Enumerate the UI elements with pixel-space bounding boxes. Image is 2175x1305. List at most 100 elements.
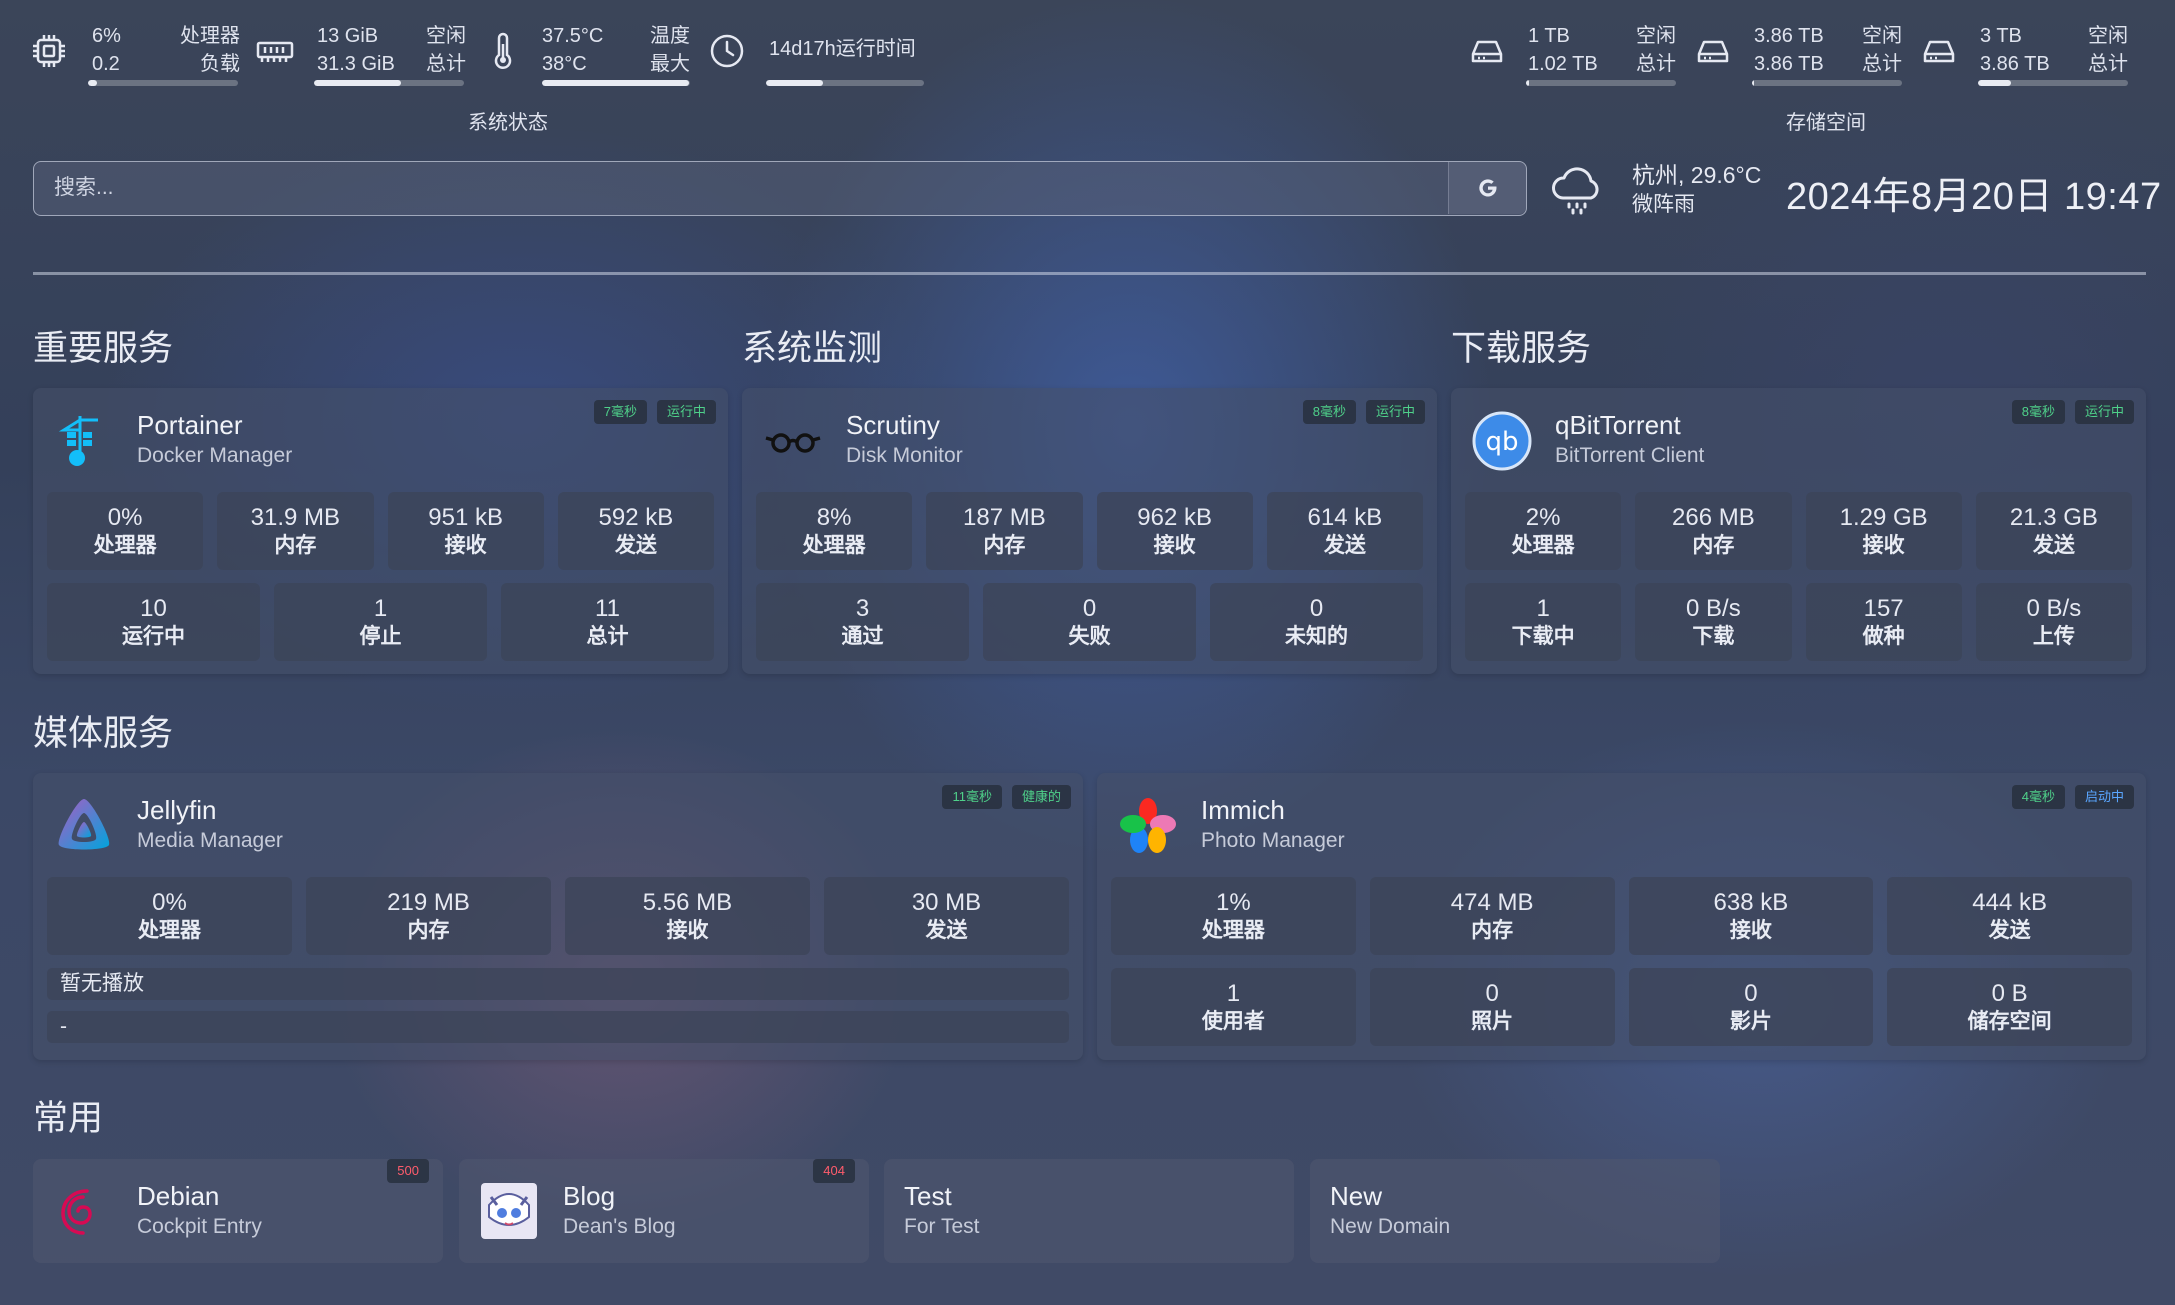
hard-drive-icon: [1697, 40, 1729, 63]
disk-widget-1: 1 TB 1.02 TB 空闲 总计: [1468, 20, 1676, 90]
bookmark-description: Dean's Blog: [563, 1215, 676, 1238]
service-name: Portainer: [137, 410, 243, 440]
weather-condition: 微阵雨: [1632, 193, 1695, 216]
uptime-text: 14d17h运行时间: [769, 38, 916, 60]
memory-total-label: 总计: [426, 53, 466, 75]
bookmark-name: New: [1330, 1181, 1383, 1211]
service-name: Immich: [1201, 795, 1285, 825]
google-icon: [1478, 179, 1496, 197]
stat-tile-cpu: 8% 处理器: [756, 492, 913, 570]
cpu-load-label: 负载: [200, 53, 240, 75]
disk-2-bar: [1752, 80, 1902, 86]
service-card-jellyfin[interactable]: Jellyfin Media Manager 11毫秒 健康的 0% 处理器 21…: [33, 773, 1083, 1060]
section-title-media: 媒体服务: [33, 714, 174, 753]
status-badge: 启动中: [2074, 785, 2134, 809]
bookmark-name: Blog: [563, 1181, 616, 1211]
service-description: Photo Manager: [1201, 829, 1345, 852]
temperature-label: 温度: [650, 25, 690, 47]
disk-1-free: 1 TB: [1528, 25, 1570, 47]
stat-tile-memory: 31.9 MB 内存: [217, 492, 374, 570]
disk-2-free: 3.86 TB: [1754, 25, 1824, 47]
service-name: Scrutiny: [846, 410, 940, 440]
stat-tile-tx: 30 MB 发送: [824, 877, 1069, 955]
stat-tile-rx: 951 kB 接收: [387, 492, 544, 570]
stat-tile-unknown: 0 未知的: [1210, 583, 1423, 661]
stat-tile-stopped: 1 停止: [274, 583, 487, 661]
stat-tile-rx: 1.29 GB 接收: [1805, 492, 1962, 570]
service-name: qBitTorrent: [1555, 410, 1681, 440]
disk-3-total: 3.86 TB: [1980, 53, 2050, 75]
ping-badge: 4毫秒: [2011, 785, 2065, 809]
disk-3-free: 3 TB: [1980, 25, 2022, 47]
bookmark-name: Debian: [137, 1181, 220, 1211]
service-card-scrutiny[interactable]: Scrutiny Disk Monitor 8毫秒 运行中 8% 处理器 187 …: [742, 388, 1437, 674]
stat-tile-cpu: 0% 处理器: [47, 492, 204, 570]
uptime-bar: [766, 80, 924, 86]
stat-tile-users: 1 使用者: [1111, 968, 1356, 1046]
http-status-badge: 404: [813, 1159, 855, 1183]
stat-tile-tx: 444 kB 发送: [1887, 877, 2132, 955]
divider: [33, 272, 2146, 275]
search-input[interactable]: [34, 162, 1444, 214]
section-title-download: 下载服务: [1451, 329, 1592, 368]
bookmark-blog[interactable]: Blog Dean's Blog 404: [459, 1159, 869, 1263]
service-description: Media Manager: [137, 829, 283, 852]
immich-logo-icon: [1120, 798, 1176, 853]
stat-tile-rx: 638 kB 接收: [1628, 877, 1874, 955]
disk-widget-2: 3.86 TB 3.86 TB 空闲 总计: [1694, 20, 1902, 90]
service-card-portainer[interactable]: Portainer Docker Manager 7毫秒 运行中 0% 处理器 3…: [33, 388, 728, 674]
thermometer-icon: [494, 32, 512, 69]
storage-label: 存储空间: [1786, 112, 1866, 134]
disk-2-free-label: 空闲: [1862, 25, 1902, 47]
memory-widget: 13 GiB 31.3 GiB 空闲 总计: [256, 20, 466, 90]
service-card-immich[interactable]: Immich Photo Manager 4毫秒 启动中 1% 处理器 474 M…: [1097, 773, 2146, 1060]
disk-1-total: 1.02 TB: [1528, 53, 1598, 75]
disk-2-total: 3.86 TB: [1754, 53, 1824, 75]
scrutiny-glasses-icon: [765, 433, 821, 453]
service-card-qbittorrent[interactable]: qb qBitTorrent BitTorrent Client 8毫秒 运行中…: [1451, 388, 2146, 674]
stat-tile-upload-speed: 0 B/s 上传: [1975, 583, 2132, 661]
search-bar: [33, 161, 1527, 216]
system-status-label: 系统状态: [468, 112, 548, 134]
now-playing-detail: -: [47, 1011, 1069, 1043]
temperature-bar: [542, 80, 690, 86]
hard-drive-icon: [1923, 40, 1955, 63]
bookmark-description: Cockpit Entry: [137, 1215, 262, 1238]
bookmark-new[interactable]: New New Domain: [1310, 1159, 1720, 1263]
bookmark-debian[interactable]: Debian Cockpit Entry 500: [33, 1159, 443, 1263]
stat-tile-videos: 0 影片: [1628, 968, 1874, 1046]
weather-info: 杭州, 29.6°C 微阵雨: [1632, 160, 1761, 220]
memory-free: 13 GiB: [317, 25, 379, 47]
service-name: Jellyfin: [137, 795, 217, 825]
stat-tile-rx: 962 kB 接收: [1096, 492, 1253, 570]
blog-avatar-icon: [481, 1183, 537, 1239]
cpu-bar: [88, 80, 238, 86]
temperature-current: 37.5°C: [542, 25, 604, 47]
stat-tile-total: 11 总计: [501, 583, 714, 661]
stat-tile-memory: 266 MB 内存: [1635, 492, 1792, 570]
stat-tile-tx: 21.3 GB 发送: [1975, 492, 2132, 570]
stat-tile-tx: 614 kB 发送: [1266, 492, 1423, 570]
disk-3-free-label: 空闲: [2088, 25, 2128, 47]
service-description: BitTorrent Client: [1555, 444, 1705, 467]
disk-3-total-label: 总计: [2088, 53, 2128, 75]
datetime: 2024年8月20日 19:47: [1786, 176, 2162, 218]
debian-swirl-icon: [61, 1189, 92, 1235]
memory-icon: [256, 41, 294, 62]
ping-badge: 11毫秒: [942, 785, 1002, 809]
section-title-common: 常用: [33, 1099, 104, 1138]
memory-total: 31.3 GiB: [317, 53, 395, 75]
google-search-button[interactable]: [1448, 162, 1526, 214]
bookmark-test[interactable]: Test For Test: [884, 1159, 1294, 1263]
cpu-load: 0.2: [92, 53, 120, 75]
portainer-logo-icon: [58, 416, 98, 466]
disk-3-bar: [1978, 80, 2128, 86]
weather-location-temp: 杭州, 29.6°C: [1632, 162, 1762, 188]
stat-tile-storage: 0 B 储存空间: [1887, 968, 2132, 1046]
disk-1-total-label: 总计: [1636, 53, 1676, 75]
stat-tile-leeching: 1 下载中: [1465, 583, 1622, 661]
temperature-max-label: 最大: [650, 53, 690, 75]
stat-tile-photos: 0 照片: [1369, 968, 1615, 1046]
stat-tile-memory: 187 MB 内存: [926, 492, 1083, 570]
uptime-widget: 14d17h运行时间: [708, 20, 928, 90]
